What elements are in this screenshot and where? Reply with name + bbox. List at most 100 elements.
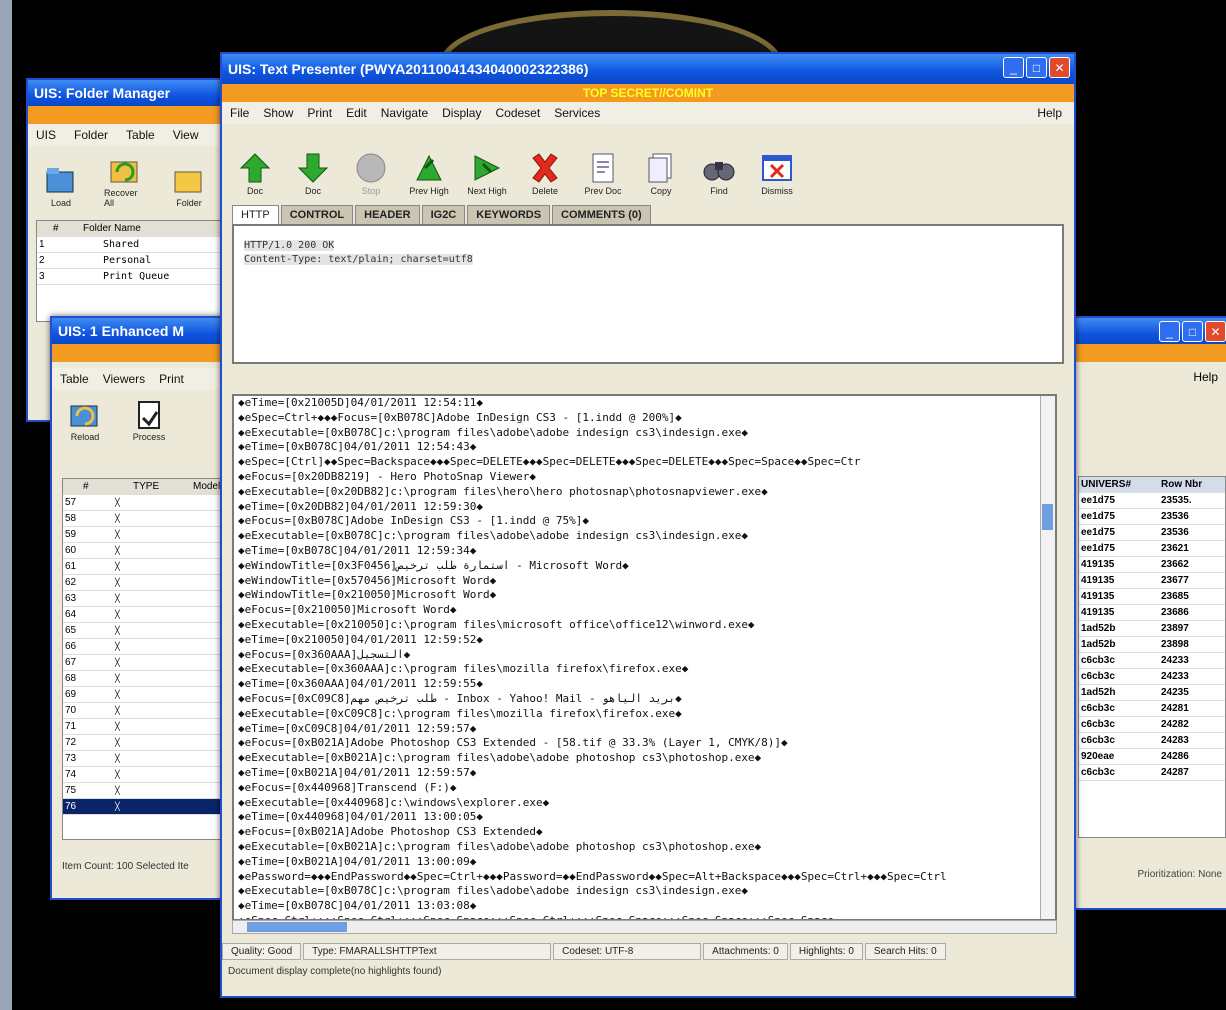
menu-print[interactable]: Print: [159, 372, 184, 386]
menu-folder[interactable]: Folder: [74, 128, 108, 142]
window-controls: _ □ ✕: [1159, 321, 1226, 342]
menu-file[interactable]: File: [230, 106, 249, 120]
menu-codeset[interactable]: Codeset: [495, 106, 540, 120]
table-row[interactable]: ee1d75 23535.: [1079, 493, 1225, 509]
help-menu[interactable]: Help: [1193, 370, 1218, 384]
menu-navigate[interactable]: Navigate: [381, 106, 428, 120]
menu-viewers[interactable]: Viewers: [103, 372, 145, 386]
table-row[interactable]: ee1d75 23621: [1079, 541, 1225, 557]
type-icon: ╳: [115, 754, 120, 763]
search-hits-status: Search Hits: 0: [864, 942, 946, 960]
table-row[interactable]: 419135 23662: [1079, 557, 1225, 573]
scroll-thumb[interactable]: [247, 922, 347, 932]
copy-button[interactable]: Copy: [640, 150, 682, 196]
table-row[interactable]: 419135 23677: [1079, 573, 1225, 589]
menu-show[interactable]: Show: [263, 106, 293, 120]
tab-keywords[interactable]: KEYWORDS: [467, 205, 551, 224]
tab-ig2c[interactable]: IG2C: [421, 205, 466, 224]
maximize-button[interactable]: □: [1026, 57, 1047, 78]
tool-label: Delete: [531, 186, 558, 196]
row-number: 69: [65, 689, 77, 700]
tab-comments[interactable]: COMMENTS (0): [552, 205, 651, 224]
minimize-button[interactable]: _: [1003, 57, 1024, 78]
dismiss-button[interactable]: Dismiss: [756, 150, 798, 196]
stop-button[interactable]: Stop: [350, 150, 392, 196]
table-row[interactable]: c6cb3c 24283: [1079, 733, 1225, 749]
table-row[interactable]: c6cb3c 24233: [1079, 669, 1225, 685]
menu-display[interactable]: Display: [442, 106, 481, 120]
recover-all-button[interactable]: Recover All: [104, 152, 146, 208]
next-high-button[interactable]: Next High: [466, 150, 508, 196]
menu-print[interactable]: Print: [307, 106, 332, 120]
column-header[interactable]: #: [37, 223, 83, 234]
table-row[interactable]: 1ad52h 24235: [1079, 685, 1225, 701]
row-number: 76: [65, 801, 77, 812]
column-header[interactable]: #: [63, 481, 133, 492]
log-line: ◆eTime=[0xB078C]04/01/2011 13:03:08◆: [238, 899, 477, 913]
menu-help[interactable]: Help: [1037, 106, 1062, 120]
find-button[interactable]: Find: [698, 150, 740, 196]
menu-view[interactable]: View: [173, 128, 199, 142]
table-row[interactable]: 920eae 24286: [1079, 749, 1225, 765]
folder-button[interactable]: Folder: [168, 162, 210, 208]
prev-doc-view-button[interactable]: Prev Doc: [582, 150, 624, 196]
document-text-pane[interactable]: ◆eTime=[0x21005D]04/01/2011 12:54:11◆ ◆eS…: [232, 394, 1057, 921]
column-header[interactable]: TYPE: [133, 481, 193, 492]
univers-cell: 419135: [1081, 591, 1115, 602]
log-line: ◆eFocus=[0x360AAA]التسجيل◆: [238, 647, 411, 661]
enhanced-status: Item Count: 100 Selected Ite: [62, 861, 189, 872]
menu-services[interactable]: Services: [554, 106, 600, 120]
table-row[interactable]: 1ad52b 23897: [1079, 621, 1225, 637]
copy-icon: [648, 153, 672, 183]
horizontal-scrollbar[interactable]: [232, 920, 1057, 934]
scroll-thumb[interactable]: [1042, 504, 1053, 530]
process-button[interactable]: Process: [128, 396, 170, 442]
prev-doc-button[interactable]: Doc: [234, 150, 276, 196]
tool-label: Recover All: [104, 188, 138, 208]
table-row[interactable]: c6cb3c 24281: [1079, 701, 1225, 717]
menu-table[interactable]: Table: [126, 128, 155, 142]
type-icon: ╳: [115, 674, 120, 683]
table-row[interactable]: c6cb3c 24287: [1079, 765, 1225, 781]
reload-button[interactable]: Reload: [64, 396, 106, 442]
tab-http[interactable]: HTTP: [232, 205, 279, 224]
table-row[interactable]: c6cb3c 24282: [1079, 717, 1225, 733]
column-header[interactable]: UNIVERS#: [1079, 479, 1161, 490]
menu-uis[interactable]: UIS: [36, 128, 56, 142]
delete-button[interactable]: Delete: [524, 150, 566, 196]
log-line: ◆eTime=[0xB078C]04/01/2011 12:54:43◆: [238, 440, 477, 454]
table-row[interactable]: 1ad52b 23898: [1079, 637, 1225, 653]
column-header[interactable]: Model: [193, 481, 220, 492]
row-nbr-cell: 23535.: [1161, 495, 1192, 506]
close-button[interactable]: ✕: [1205, 321, 1226, 342]
next-doc-button[interactable]: Doc: [292, 150, 334, 196]
text-presenter-titlebar[interactable]: UIS: Text Presenter (PWYA201100414340400…: [222, 54, 1074, 84]
log-line: ◆eFocus=[0x20DB8219] - Hero PhotoSnap Vi…: [238, 469, 537, 483]
type-icon: ╳: [115, 690, 120, 699]
prev-high-button[interactable]: Prev High: [408, 150, 450, 196]
maximize-button[interactable]: □: [1182, 321, 1203, 342]
tab-control[interactable]: CONTROL: [280, 205, 354, 224]
table-row[interactable]: ee1d75 23536: [1079, 525, 1225, 541]
univers-cell: c6cb3c: [1081, 719, 1115, 730]
load-button[interactable]: Load: [40, 162, 82, 208]
minimize-button[interactable]: _: [1159, 321, 1180, 342]
table-row[interactable]: c6cb3c 24233: [1079, 653, 1225, 669]
row-number: 68: [65, 673, 77, 684]
univers-cell: 1ad52b: [1081, 623, 1116, 634]
tab-header[interactable]: HEADER: [355, 205, 420, 224]
log-line: ◆eExecutable=[0xC09C8]c:\program files\m…: [238, 706, 682, 720]
table-row[interactable]: 419135 23685: [1079, 589, 1225, 605]
column-header[interactable]: Row Nbr: [1161, 479, 1202, 490]
menu-table[interactable]: Table: [60, 372, 89, 386]
table-row[interactable]: ee1d75 23536: [1079, 509, 1225, 525]
type-icon: ╳: [115, 658, 120, 667]
row-number: 74: [65, 769, 77, 780]
vertical-scrollbar[interactable]: [1040, 396, 1055, 919]
table-row[interactable]: 419135 23686: [1079, 605, 1225, 621]
column-header[interactable]: Folder Name: [83, 223, 141, 234]
menu-edit[interactable]: Edit: [346, 106, 367, 120]
red-x-icon: [532, 153, 558, 183]
tool-label: Reload: [70, 432, 100, 442]
close-button[interactable]: ✕: [1049, 57, 1070, 78]
